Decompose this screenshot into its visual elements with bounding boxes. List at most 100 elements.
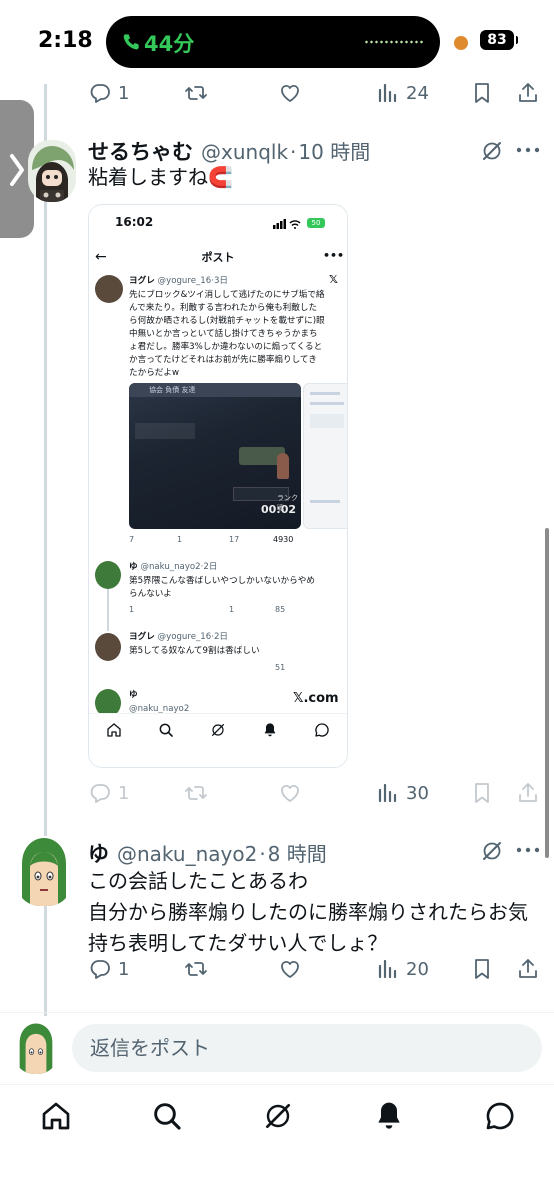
avatar-image — [15, 1022, 57, 1074]
search-icon[interactable] — [151, 1100, 183, 1132]
share-button[interactable] — [516, 76, 540, 110]
bookmark-button[interactable] — [470, 76, 494, 110]
retweet-button[interactable] — [184, 776, 208, 810]
embed-more-icon: ••• — [323, 249, 345, 262]
embed-battery: 50 — [307, 218, 325, 228]
tweet3-text: この会話したことあるわ 自分から勝率煽りしたのに勝率煽りされたらお気 持ち表明し… — [88, 869, 528, 955]
tweet2-action-bar: 1 30 — [88, 776, 548, 810]
embedded-screenshot[interactable]: 16:02 50 ← ポスト ••• ヨグレ @yogure_16·3日 𝕏 先… — [88, 204, 348, 768]
home-icon[interactable] — [40, 1100, 72, 1132]
bookmark-button[interactable] — [470, 952, 494, 986]
embed-status-time: 16:02 — [115, 215, 154, 229]
divider — [0, 1012, 554, 1013]
like-button[interactable] — [278, 952, 302, 986]
embed-reply1-text: 第5界隈こんな香ばしいやつしかいないからやめ らんないよ — [129, 576, 315, 599]
retweet-icon — [184, 957, 208, 981]
user-handle[interactable]: @naku_nayo2 — [117, 842, 257, 866]
embed-reply-count: 7 — [129, 535, 135, 544]
views-icon — [376, 81, 400, 105]
display-name[interactable]: ゆ — [88, 838, 109, 868]
second-screenshot-image — [303, 383, 347, 529]
signal-wifi-icon — [273, 219, 301, 229]
post-time[interactable]: 8 時間 — [268, 838, 327, 867]
embed-reply2-text: 第5してる奴なんて9割は香ばしい — [129, 646, 260, 656]
reply-count: 1 — [118, 82, 130, 104]
bottom-nav — [0, 1086, 554, 1150]
embed-views-count: 4930 — [273, 535, 294, 544]
user-handle[interactable]: @xunqlk — [201, 140, 288, 164]
avatar-image — [16, 836, 72, 906]
my-avatar — [14, 1022, 58, 1074]
recording-dot-icon — [454, 36, 468, 50]
xcom-watermark: 𝕏.com — [293, 691, 339, 706]
tweet2-text: 粘着しますね🧲 — [88, 165, 233, 189]
views-count: 20 — [406, 958, 429, 980]
embed-search-icon — [158, 722, 174, 738]
chevron-right-icon — [10, 154, 24, 186]
embed-bottom-nav — [89, 713, 347, 747]
grok-icon[interactable] — [262, 1100, 294, 1132]
embed-home-icon — [106, 722, 122, 738]
views-count: 30 — [406, 782, 429, 804]
views-button[interactable]: 30 — [376, 776, 429, 810]
tweet3-action-bar: 1 20 — [88, 952, 548, 986]
reply-count: 1 — [118, 782, 130, 804]
embed-retweet-count: 1 — [177, 535, 183, 544]
views-icon — [376, 781, 400, 805]
reply-icon — [88, 957, 112, 981]
game-screenshot-image: 協会 負債 友達 00:02 ランク戦 — [129, 383, 301, 529]
anime-avatar-image — [28, 140, 76, 202]
reply-count: 1 — [118, 958, 130, 980]
more-icon[interactable] — [516, 146, 540, 154]
tweet1-action-bar: 1 24 — [88, 76, 548, 110]
avatar[interactable] — [28, 140, 76, 202]
bookmark-button[interactable] — [470, 776, 494, 810]
tweet3-header: ゆ @naku_nayo2 · 8 時間 — [88, 838, 327, 868]
retweet-icon — [184, 81, 208, 105]
notifications-bell-icon[interactable] — [373, 1100, 405, 1132]
x-logo-icon: 𝕏 — [329, 273, 338, 286]
like-button[interactable] — [278, 776, 302, 810]
embed-page-title: ポスト — [201, 251, 235, 264]
views-icon — [376, 957, 400, 981]
views-button[interactable]: 24 — [376, 76, 429, 110]
embed-messages-icon — [314, 722, 330, 738]
reply-input[interactable]: 返信をポスト — [72, 1024, 542, 1072]
like-icon — [278, 781, 302, 805]
dynamic-island-call[interactable]: 44分 — [106, 16, 440, 68]
retweet-button[interactable] — [184, 952, 208, 986]
embed-grok-icon — [210, 722, 226, 738]
scrollbar[interactable] — [545, 528, 549, 858]
post-time[interactable]: 10 時間 — [298, 136, 370, 165]
reply-button[interactable]: 1 — [88, 76, 129, 110]
reply-icon — [88, 81, 112, 105]
avatar[interactable] — [16, 836, 72, 906]
messages-icon[interactable] — [484, 1100, 516, 1132]
phone-icon — [123, 34, 139, 50]
status-bar: 2:18 44分 83 — [0, 0, 554, 80]
embed-like-count: 17 — [229, 535, 240, 544]
like-icon — [278, 957, 302, 981]
share-button[interactable] — [516, 952, 540, 986]
retweet-button[interactable] — [184, 76, 208, 110]
audio-wave-icon — [364, 40, 424, 44]
views-button[interactable]: 20 — [376, 952, 429, 986]
grok-icon[interactable] — [480, 139, 504, 163]
reply-button[interactable]: 1 — [88, 776, 129, 810]
embed-avatar-yogure — [95, 275, 123, 303]
embed-avatar-yu — [95, 561, 121, 589]
like-button[interactable] — [278, 76, 302, 110]
more-icon[interactable] — [516, 846, 540, 854]
divider — [0, 1084, 554, 1085]
reply-icon — [88, 781, 112, 805]
embed-post1-text: 先にブロック&ツイ消しして逃げたのにサブ垢で絡 んで来たり。利敵する言われたから… — [129, 290, 325, 378]
call-duration: 44分 — [144, 32, 195, 56]
grok-icon[interactable] — [480, 839, 504, 863]
share-icon — [516, 781, 540, 805]
like-icon — [278, 81, 302, 105]
reply-button[interactable]: 1 — [88, 952, 129, 986]
battery-indicator: 83 — [480, 30, 518, 50]
embed-avatar-yogure-2 — [95, 633, 121, 661]
share-button[interactable] — [516, 776, 540, 810]
views-count: 24 — [406, 82, 429, 104]
